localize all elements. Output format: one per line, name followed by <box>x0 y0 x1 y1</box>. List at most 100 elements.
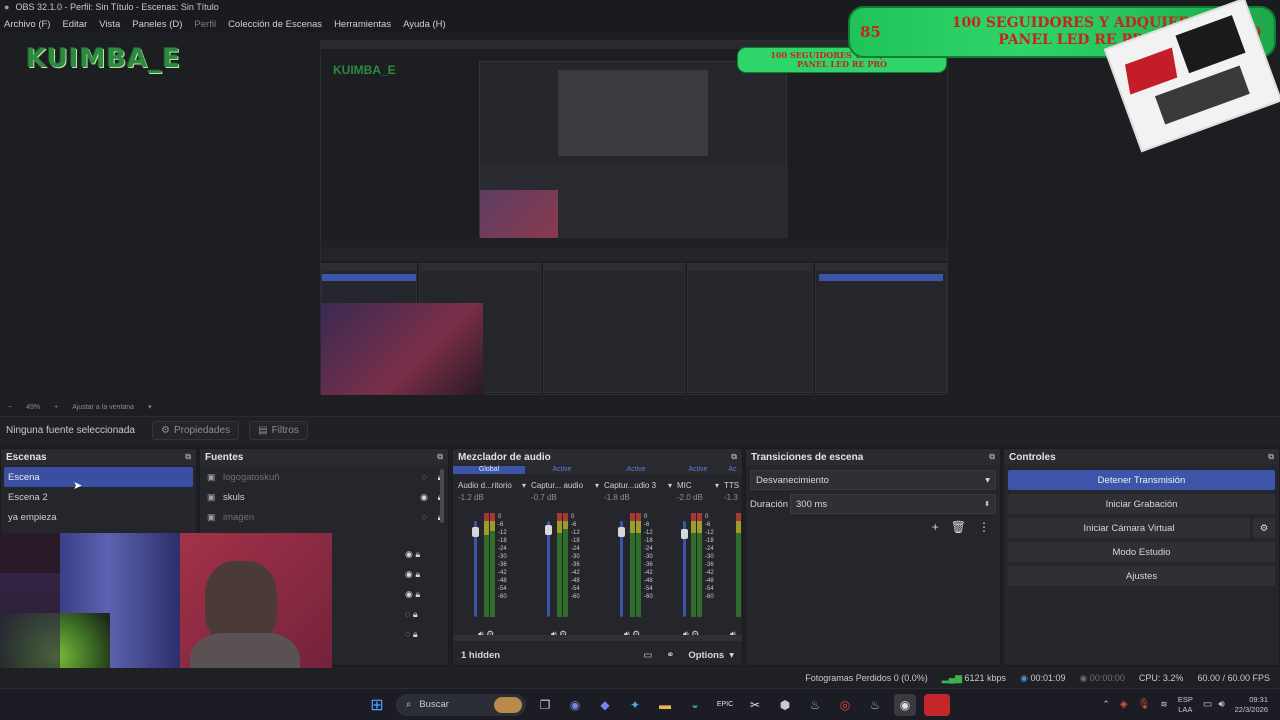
obs-taskbar-icon[interactable]: ◉ <box>894 693 916 716</box>
channel-db: -1.2 dB <box>458 493 484 502</box>
filters-button[interactable]: ▤ Filtros <box>249 421 308 440</box>
chevron-down-icon[interactable]: ▾ <box>595 481 599 490</box>
mixer-scrollbar[interactable] <box>453 635 742 641</box>
zoom-out-icon[interactable]: − <box>8 404 12 411</box>
link-icon[interactable]: ⚭ <box>666 650 674 661</box>
zoom-in-icon[interactable]: + <box>54 404 58 411</box>
source-item-skuls[interactable]: ▣ skuls ◉ 🔒︎ <box>200 487 448 507</box>
volume-fader[interactable] <box>547 521 550 617</box>
file-explorer-icon[interactable]: ▬ <box>654 694 676 716</box>
windows-start-icon[interactable]: ⊞ <box>366 694 388 716</box>
dock-undock-icon[interactable]: ⧉ <box>1268 452 1274 462</box>
plus-icon[interactable]: + <box>932 520 939 534</box>
tray-app-icon[interactable]: ◈ <box>1120 699 1128 710</box>
dock-undock-icon[interactable]: ⧉ <box>731 452 737 462</box>
start-virtual-camera-button[interactable]: Iniciar Cámara Virtual <box>1008 518 1250 538</box>
volume-icon[interactable]: 🔊︎ <box>1218 699 1224 710</box>
clock[interactable]: 09:31 22/3/2026 <box>1235 695 1268 715</box>
eye-icon[interactable]: ◉ 🔒︎ <box>405 569 420 580</box>
start-recording-button[interactable]: Iniciar Grabación <box>1008 494 1275 514</box>
menu-coleccion-escenas[interactable]: Colección de Escenas <box>228 19 322 30</box>
stop-streaming-button[interactable]: Detener Transmisión <box>1008 470 1275 490</box>
menu-vista[interactable]: Vista <box>99 19 120 30</box>
kebab-menu-icon[interactable]: ⋮ <box>978 520 990 534</box>
source-item-logogatoskun[interactable]: ▣ logogatoskuñ ◌ 🔒︎ <box>200 467 448 487</box>
duration-spinbox[interactable]: 300 ms ⬍ <box>790 494 996 514</box>
tray-chevron-up-icon[interactable]: ⌃ <box>1102 699 1110 710</box>
volume-knob[interactable] <box>472 527 479 537</box>
eye-hidden-icon[interactable]: ◌ <box>416 512 432 522</box>
dock-undock-icon[interactable]: ⧉ <box>437 452 443 462</box>
scene-item-escena[interactable]: Escena <box>4 467 193 487</box>
chevron-down-icon[interactable]: ▾ <box>668 481 672 490</box>
eye-icon[interactable]: ◉ <box>416 492 432 503</box>
volume-knob[interactable] <box>545 525 552 535</box>
taskbar-search[interactable]: ⌕ Buscar <box>396 693 526 716</box>
epic-games-icon[interactable]: EPIC <box>714 694 736 716</box>
trash-icon[interactable]: 🗑︎ <box>951 520 966 534</box>
red-app-icon[interactable] <box>924 693 950 716</box>
channel-db: -1.3 <box>724 493 738 502</box>
hidden-count[interactable]: 1 hidden <box>461 650 643 661</box>
filter-icon: ▤ <box>258 425 268 436</box>
chevron-down-icon[interactable]: ▾ <box>148 403 152 411</box>
eye-hidden-icon[interactable]: ◌ 🔒︎ <box>405 609 420 620</box>
teams-icon[interactable]: ◆ <box>594 694 616 716</box>
dock-undock-icon[interactable]: ⧉ <box>989 452 995 462</box>
task-view-icon[interactable]: ❐ <box>534 694 556 716</box>
chevron-down-icon[interactable]: ▾ <box>522 481 526 490</box>
eye-icon[interactable]: ◉ 🔒︎ <box>405 549 420 560</box>
layout-icon[interactable]: ▭ <box>643 650 652 661</box>
capcut-icon[interactable]: ✂ <box>744 694 766 716</box>
chrome-icon[interactable]: ◎ <box>834 694 856 716</box>
audio-mixer-dock: Mezclador de audio ⧉ Global Active Activ… <box>452 448 743 666</box>
network-icon[interactable]: ▭ <box>1203 699 1212 710</box>
steam-icon[interactable]: ♨ <box>804 694 826 716</box>
virtual-camera-settings-gear-icon[interactable]: ⚙ <box>1253 518 1275 538</box>
settings-button[interactable]: Ajustes <box>1008 566 1275 586</box>
meter-scale-tick: -30 <box>571 554 580 560</box>
chevron-down-icon[interactable]: ▾ <box>729 650 734 661</box>
app-hexagon-icon[interactable]: ⬢ <box>774 694 796 716</box>
keyboard-layout: LAA <box>1178 704 1193 714</box>
menu-editar[interactable]: Editar <box>62 19 87 30</box>
options-button[interactable]: Options <box>688 650 724 661</box>
language-indicator[interactable]: ESP LAA <box>1178 695 1193 715</box>
menu-archivo[interactable]: Archivo (F) <box>4 19 50 30</box>
meter-scale-tick: -24 <box>644 546 653 552</box>
spin-arrows-icon[interactable]: ⬍ <box>984 500 990 508</box>
banner-number: 85 <box>860 23 881 41</box>
properties-button[interactable]: ⚙ Propiedades <box>152 421 240 440</box>
copilot-icon[interactable]: ✦ <box>624 694 646 716</box>
menu-herramientas[interactable]: Herramientas <box>334 19 391 30</box>
studio-mode-button[interactable]: Modo Estudio <box>1008 542 1275 562</box>
eye-hidden-icon[interactable]: ◌ 🔒︎ <box>405 629 420 640</box>
scene-item-escena-2[interactable]: Escena 2 <box>1 487 196 507</box>
transition-select[interactable]: Desvanecimiento ▾ <box>750 470 996 490</box>
meter-scale-tick: -48 <box>705 578 714 584</box>
menu-perfil[interactable]: Perfil <box>194 19 216 30</box>
sources-scrollbar[interactable] <box>440 469 444 523</box>
clock-time: 09:31 <box>1249 694 1268 704</box>
eye-icon[interactable]: ◉ 🔒︎ <box>405 589 420 600</box>
tray-wave-icon[interactable]: ≋ <box>1160 699 1168 710</box>
chevron-down-icon[interactable]: ▾ <box>715 481 719 490</box>
eye-hidden-icon[interactable]: ◌ <box>416 472 432 482</box>
volume-knob[interactable] <box>681 529 688 539</box>
audio-meter <box>563 513 568 617</box>
scene-item-ya-empieza[interactable]: ya empieza <box>1 507 196 527</box>
steam-2-icon[interactable]: ♨ <box>864 694 886 716</box>
discord-icon[interactable]: ◉ <box>564 694 586 716</box>
microphone-icon[interactable]: 🎙︎ <box>1138 699 1151 710</box>
meter-scale-tick: -24 <box>705 546 714 552</box>
nested-transitions <box>687 263 813 393</box>
volume-knob[interactable] <box>618 527 625 537</box>
channel-label: MIC <box>677 481 692 490</box>
menu-ayuda[interactable]: Ayuda (H) <box>403 19 446 30</box>
source-item-imagen[interactable]: ▣ imagen ◌ 🔒︎ <box>200 507 448 527</box>
zoom-fit-select[interactable]: Ajustar a la ventana <box>72 404 134 411</box>
meter-scale-tick: -60 <box>705 594 714 600</box>
dock-undock-icon[interactable]: ⧉ <box>185 452 191 462</box>
menu-paneles[interactable]: Paneles (D) <box>132 19 182 30</box>
edge-icon[interactable]: ◒ <box>684 694 706 716</box>
